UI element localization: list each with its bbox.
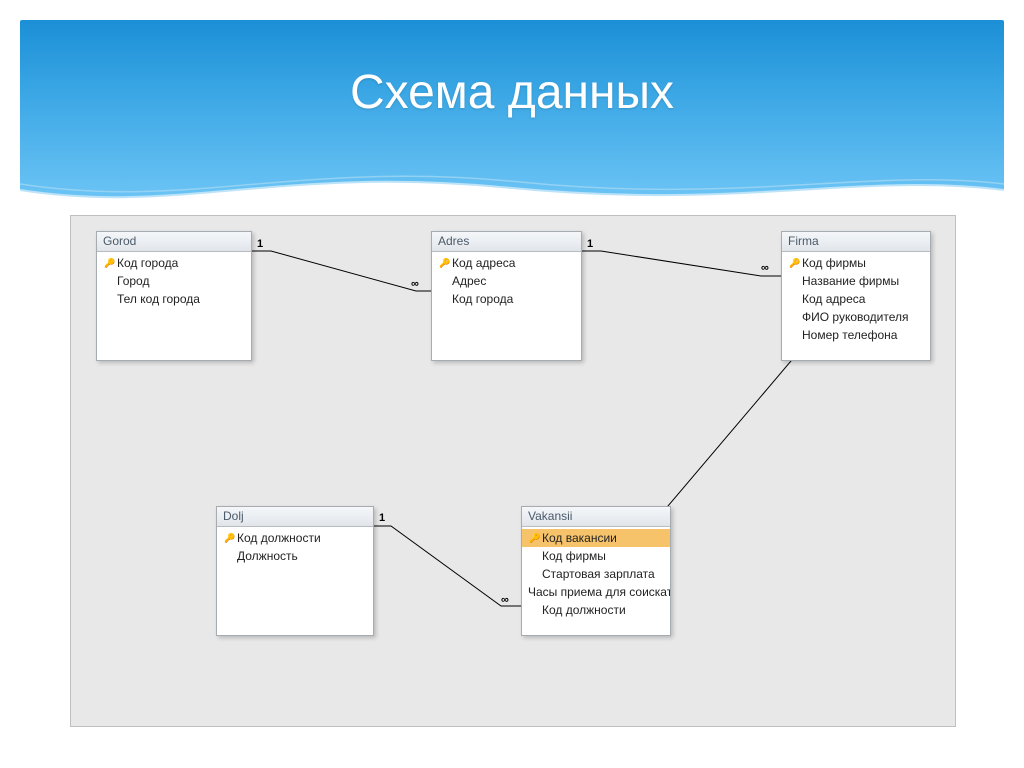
- primary-key-icon: [439, 258, 450, 269]
- table-field[interactable]: Код должности: [217, 529, 373, 547]
- table-field[interactable]: Адрес: [432, 272, 581, 290]
- cardinality-label: 1: [587, 238, 593, 250]
- cardinality-label: 1: [379, 512, 385, 524]
- table-field[interactable]: Код города: [97, 254, 251, 272]
- table-title[interactable]: Firma: [782, 232, 930, 252]
- primary-key-icon: [224, 533, 235, 544]
- table-field[interactable]: Тел код города: [97, 290, 251, 308]
- table-fields: Код фирмы Название фирмы Код адреса ФИО …: [782, 252, 930, 346]
- table-field[interactable]: Код фирмы: [782, 254, 930, 272]
- table-fields: Код города Город Тел код города: [97, 252, 251, 310]
- table-field-selected[interactable]: Код вакансии: [522, 529, 670, 547]
- table-field[interactable]: Название фирмы: [782, 272, 930, 290]
- slide-title: Схема данных: [0, 65, 1024, 120]
- table-field[interactable]: Город: [97, 272, 251, 290]
- table-fields: Код должности Должность: [217, 527, 373, 567]
- primary-key-icon: [104, 258, 115, 269]
- cardinality-label: ∞: [501, 594, 509, 606]
- table-field[interactable]: Часы приема для соискателей: [522, 583, 670, 601]
- table-field[interactable]: Номер телефона: [782, 326, 930, 344]
- table-fields: Код вакансии Код фирмы Стартовая зарплат…: [522, 527, 670, 621]
- cardinality-label: ∞: [411, 278, 419, 290]
- relationships-canvas[interactable]: 1 ∞ 1 ∞ 1 ∞ 1 ∞ Gorod Код города Город Т…: [70, 215, 956, 727]
- table-vakansii[interactable]: Vakansii Код вакансии Код фирмы Стартова…: [521, 506, 671, 636]
- table-title[interactable]: Dolj: [217, 507, 373, 527]
- table-title[interactable]: Vakansii: [522, 507, 670, 527]
- cardinality-label: 1: [257, 238, 263, 250]
- table-fields: Код адреса Адрес Код города: [432, 252, 581, 310]
- table-field[interactable]: Стартовая зарплата: [522, 565, 670, 583]
- table-gorod[interactable]: Gorod Код города Город Тел код города: [96, 231, 252, 361]
- table-firma[interactable]: Firma Код фирмы Название фирмы Код адрес…: [781, 231, 931, 361]
- table-dolj[interactable]: Dolj Код должности Должность: [216, 506, 374, 636]
- cardinality-label: ∞: [761, 262, 769, 274]
- table-field[interactable]: Код должности: [522, 601, 670, 619]
- table-field[interactable]: ФИО руководителя: [782, 308, 930, 326]
- table-adres[interactable]: Adres Код адреса Адрес Код города: [431, 231, 582, 361]
- table-field[interactable]: Код города: [432, 290, 581, 308]
- primary-key-icon: [789, 258, 800, 269]
- table-title[interactable]: Gorod: [97, 232, 251, 252]
- table-field[interactable]: Код адреса: [432, 254, 581, 272]
- table-title[interactable]: Adres: [432, 232, 581, 252]
- table-field[interactable]: Должность: [217, 547, 373, 565]
- table-field[interactable]: Код фирмы: [522, 547, 670, 565]
- primary-key-icon: [529, 533, 540, 544]
- table-field[interactable]: Код адреса: [782, 290, 930, 308]
- slide: Схема данных 1 ∞ 1 ∞ 1 ∞ 1 ∞ Gorod Код г…: [0, 0, 1024, 768]
